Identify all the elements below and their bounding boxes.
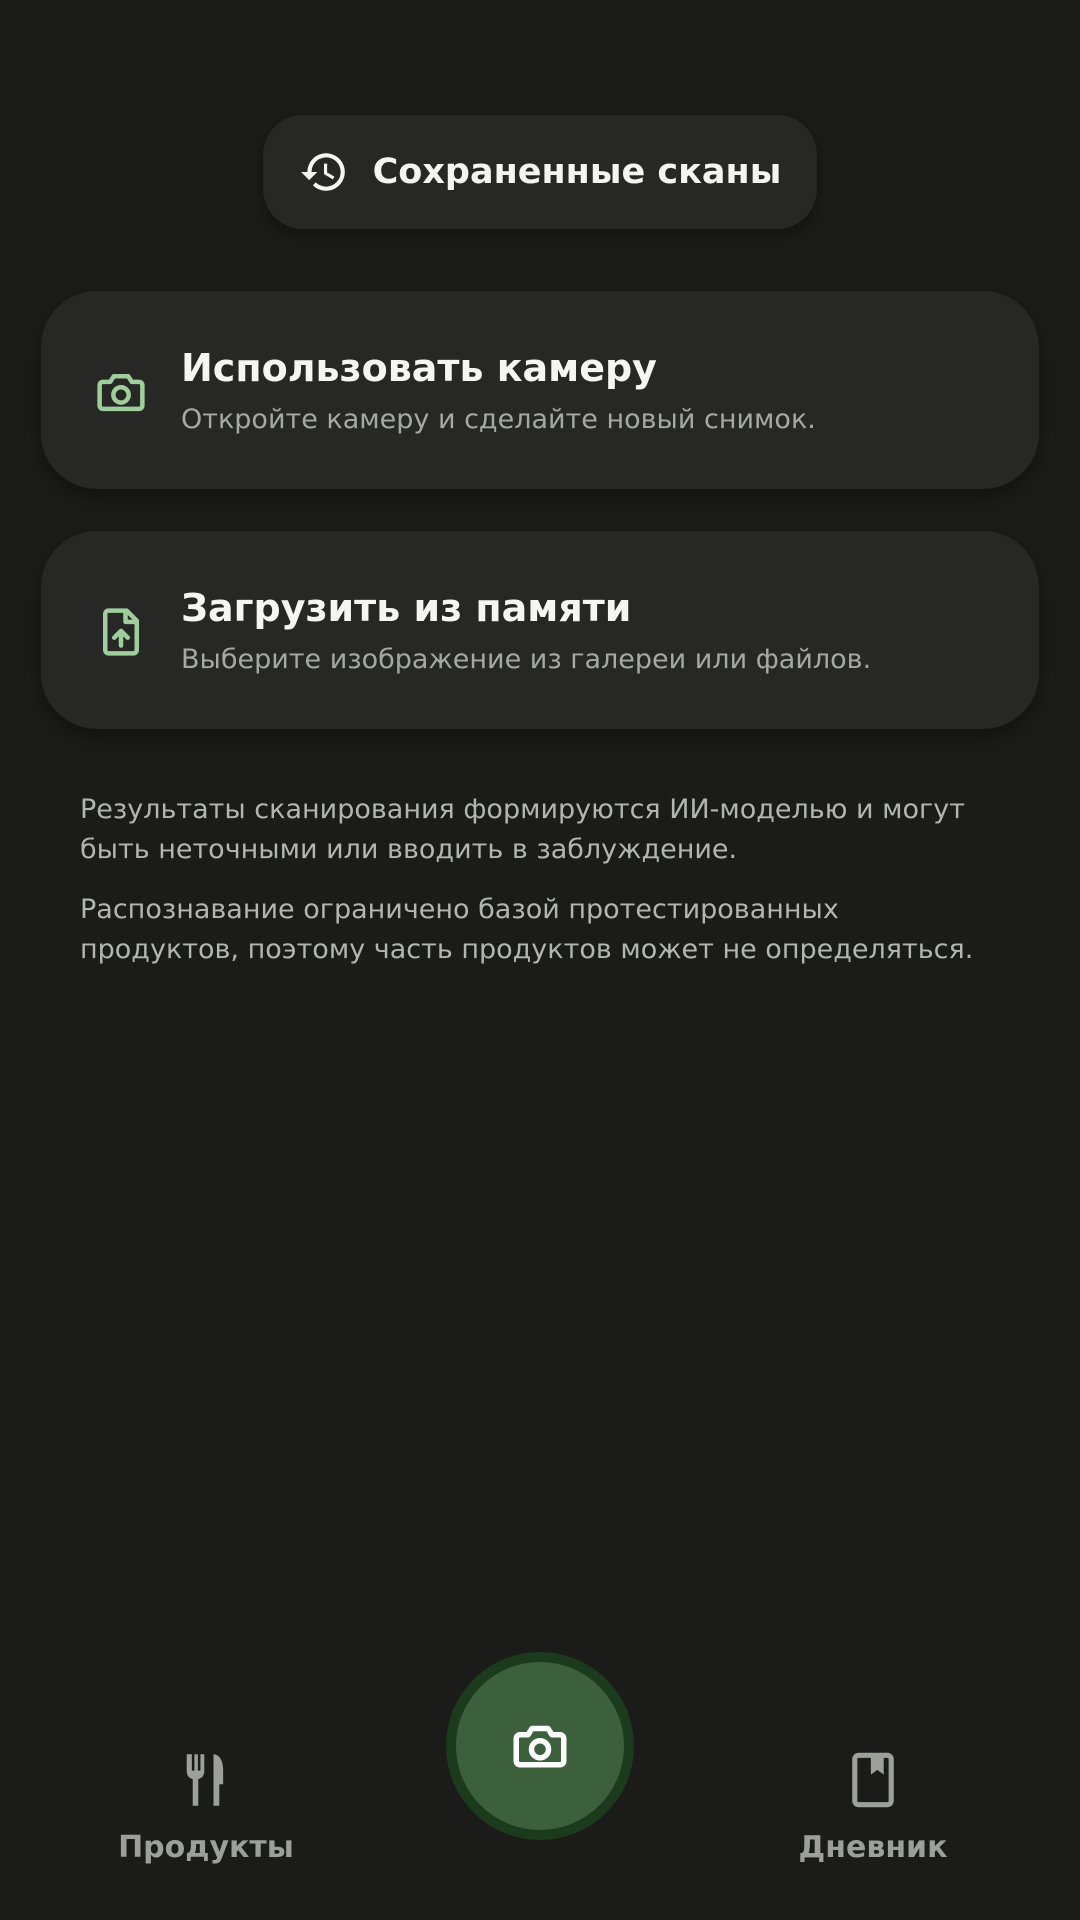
saved-scans-button[interactable]: Сохраненные сканы [263, 115, 817, 229]
scan-screen: Сохраненные сканы Использовать камеру От… [0, 0, 1080, 1920]
nav-products-label: Продукты [118, 1830, 294, 1865]
book-icon [852, 1752, 894, 1808]
file-upload-icon [103, 608, 139, 656]
fork-knife-icon [186, 1754, 224, 1806]
use-camera-subtitle: Откройте камеру и сделайте новый снимок. [181, 404, 816, 435]
database-disclaimer-text: Распознавание ограничено базой протестир… [80, 894, 974, 965]
camera-icon [97, 374, 145, 412]
camera-icon [513, 1725, 567, 1768]
history-icon [300, 153, 345, 191]
nav-diary[interactable]: Дневник [743, 1750, 1003, 1865]
upload-subtitle: Выберите изображение из галереи или файл… [181, 644, 872, 675]
scan-fab-button[interactable] [446, 1652, 634, 1840]
upload-title: Загрузить из памяти [181, 586, 632, 630]
upload-from-storage-card[interactable]: Загрузить из памяти Выберите изображение… [41, 531, 1039, 729]
ai-disclaimer-text: Результаты сканирования формируются ИИ-м… [80, 794, 965, 865]
use-camera-card[interactable]: Использовать камеру Откройте камеру и сд… [41, 291, 1039, 489]
nav-products[interactable]: Продукты [76, 1750, 336, 1865]
nav-diary-label: Дневник [798, 1830, 948, 1865]
use-camera-title: Использовать камеру [181, 346, 657, 390]
saved-scans-label: Сохраненные сканы [372, 152, 782, 192]
